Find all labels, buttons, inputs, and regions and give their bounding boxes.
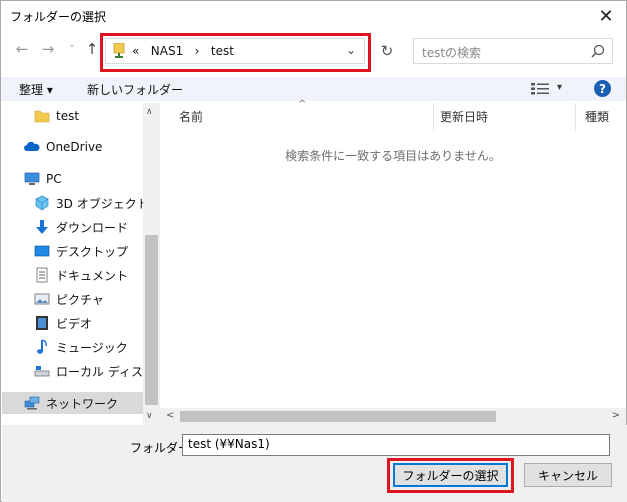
scrollbar-thumb[interactable] — [180, 411, 496, 422]
music-icon — [34, 339, 50, 355]
sidebar-item-3d-objects[interactable]: 3D オブジェクト — [34, 192, 149, 214]
folder-select-dialog: フォルダーの選択 ✕ ← → ˅ ↑ « NAS1 › test ⌄ ↻ tes… — [0, 0, 627, 502]
sidebar-item-label: OneDrive — [46, 140, 103, 154]
search-icon — [591, 44, 605, 58]
new-folder-button[interactable]: 新しいフォルダー — [87, 81, 183, 98]
refresh-button[interactable]: ↻ — [375, 39, 399, 63]
sidebar-item-label: ミュージック — [56, 340, 128, 355]
scroll-right-icon[interactable]: > — [612, 410, 620, 421]
sidebar-item-label: ピクチャ — [56, 292, 104, 307]
scroll-down-icon[interactable]: ∨ — [146, 411, 153, 421]
sidebar-item-videos[interactable]: ビデオ — [34, 312, 92, 334]
select-folder-button[interactable]: フォルダーの選択 — [393, 463, 508, 487]
organize-button[interactable]: 整理 ▾ — [19, 81, 53, 98]
sidebar-item-label: test — [56, 109, 80, 123]
column-header-name[interactable]: 名前 — [179, 108, 203, 125]
sidebar-item-downloads[interactable]: ダウンロード — [34, 216, 128, 238]
sort-arrow-icon: ^ — [298, 99, 307, 110]
3d-objects-icon — [34, 195, 50, 211]
download-icon — [34, 219, 50, 235]
document-icon — [34, 267, 50, 283]
folder-name-input[interactable]: test (¥¥Nas1) — [182, 434, 610, 456]
file-list: ^ 名前 更新日時 種類 検索条件に一致する項目はありません。 < > — [160, 99, 626, 425]
sidebar-item-network[interactable]: ネットワーク — [2, 392, 143, 414]
sidebar-item-label: PC — [46, 172, 62, 186]
chevron-down-icon: ˅ — [69, 42, 75, 56]
close-icon: ✕ — [598, 5, 614, 27]
network-icon — [24, 395, 40, 411]
forward-arrow-icon: → — [41, 40, 55, 58]
address-highlight-box — [100, 33, 371, 72]
sidebar-item-pictures[interactable]: ピクチャ — [34, 288, 104, 310]
pc-icon — [24, 171, 40, 187]
search-placeholder: testの検索 — [422, 46, 482, 60]
sidebar-item-label: デスクトップ — [56, 244, 129, 259]
local-disk-icon — [34, 363, 50, 379]
footer-area: フォルダー: test (¥¥Nas1) フォルダーの選択 キャンセル — [2, 425, 627, 502]
sidebar-item-label: ビデオ — [56, 316, 93, 331]
sidebar-item-label: ドキュメント — [56, 268, 129, 283]
picture-icon — [34, 291, 50, 307]
back-button[interactable]: ← — [13, 39, 31, 59]
refresh-icon: ↻ — [380, 42, 394, 60]
column-divider[interactable] — [433, 103, 434, 131]
column-header-type[interactable]: 種類 — [585, 108, 609, 125]
command-bar: 整理 ▾ 新しいフォルダー ▾ ? — [1, 77, 626, 101]
column-divider[interactable] — [575, 103, 576, 131]
scroll-up-icon[interactable]: ∧ — [146, 107, 153, 117]
navigation-pane: test OneDrive PC 3D オブジェクト ダウンロード デスクトップ… — [2, 103, 172, 425]
sidebar-item-music[interactable]: ミュージック — [34, 336, 128, 358]
sidebar-item-documents[interactable]: ドキュメント — [34, 264, 128, 286]
sidebar-item-label: ダウンロード — [56, 220, 129, 235]
sidebar-item-desktop[interactable]: デスクトップ — [34, 240, 128, 262]
cancel-button[interactable]: キャンセル — [524, 463, 612, 487]
title-bar: フォルダーの選択 ✕ — [1, 1, 626, 31]
navigation-scrollbar[interactable]: ∧ ∨ — [143, 103, 160, 425]
folder-icon — [34, 108, 50, 124]
sidebar-item-onedrive[interactable]: OneDrive — [24, 136, 102, 158]
sidebar-item-pc[interactable]: PC — [24, 168, 62, 190]
empty-message: 検索条件に一致する項目はありません。 — [285, 149, 501, 163]
up-arrow-icon: ↑ — [85, 40, 99, 58]
recent-locations-button[interactable]: ˅ — [63, 39, 81, 59]
view-chevron-icon[interactable]: ▾ — [557, 82, 562, 93]
sidebar-item-label: ネットワーク — [46, 396, 119, 411]
sidebar-item-label: 3D オブジェクト — [56, 196, 149, 211]
view-options-icon[interactable] — [531, 83, 549, 95]
back-arrow-icon: ← — [15, 40, 29, 58]
horizontal-scrollbar[interactable]: < > — [160, 408, 626, 425]
close-button[interactable]: ✕ — [594, 4, 618, 28]
cloud-icon — [24, 139, 40, 155]
scrollbar-thumb[interactable] — [145, 235, 158, 405]
column-header-modified[interactable]: 更新日時 — [440, 108, 488, 125]
scroll-left-icon[interactable]: < — [166, 410, 174, 421]
search-box[interactable]: testの検索 — [413, 38, 613, 64]
desktop-icon — [34, 243, 50, 259]
sidebar-item-test[interactable]: test — [34, 105, 79, 127]
video-icon — [34, 315, 50, 331]
help-icon[interactable]: ? — [594, 80, 611, 97]
up-button[interactable]: ↑ — [83, 39, 101, 59]
forward-button[interactable]: → — [39, 39, 57, 59]
window-title: フォルダーの選択 — [10, 10, 107, 24]
